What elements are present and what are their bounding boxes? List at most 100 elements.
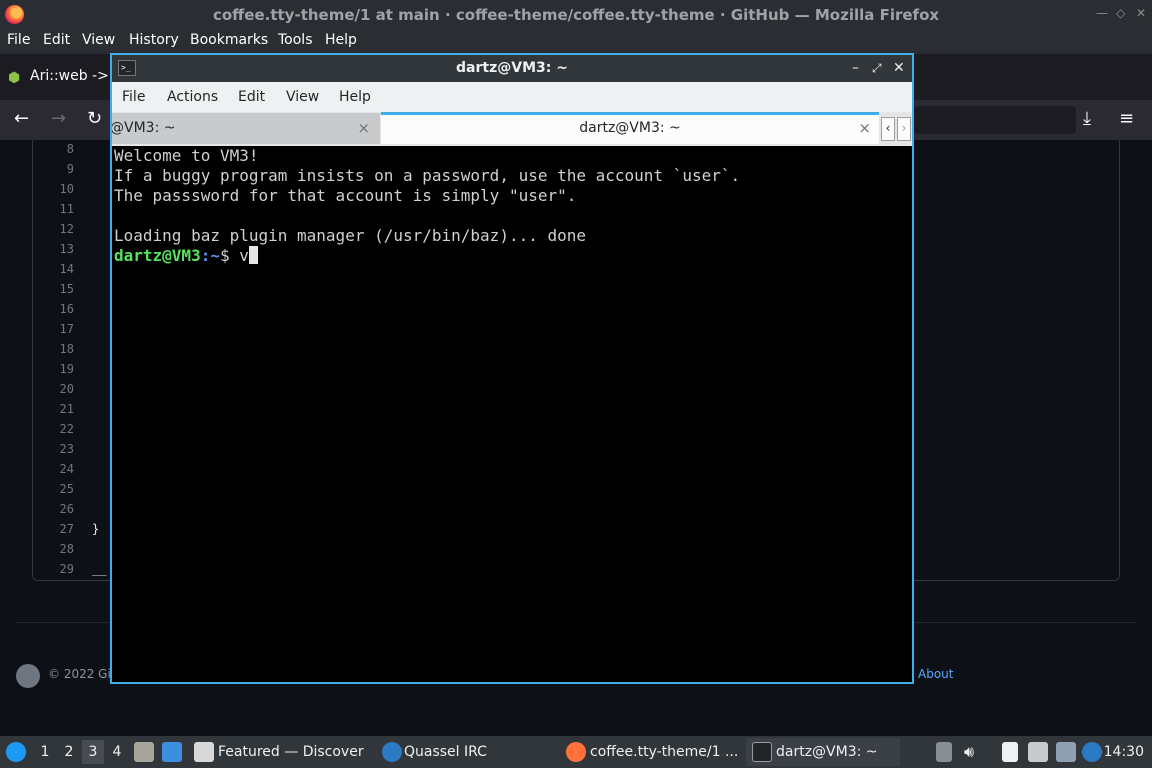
code-closing-brace: } (92, 522, 100, 536)
line-number[interactable]: 13 (40, 242, 74, 256)
display-icon[interactable] (1056, 742, 1076, 762)
download-icon[interactable]: ⤓ (1083, 109, 1091, 129)
menu-edit[interactable]: Edit (43, 32, 70, 48)
konsole-window[interactable]: >_ dartz@VM3: ~ – ⤢ ✕ File Actions Edit … (110, 53, 914, 684)
prompt-path: ~ (210, 246, 220, 265)
tab-close-icon[interactable]: × (858, 119, 871, 137)
line-number[interactable]: 23 (40, 442, 74, 456)
konsole-tabbar: @VM3: ~ × dartz@VM3: ~ × ‹ › (112, 112, 912, 146)
tab-close-icon[interactable]: × (357, 119, 370, 137)
hamburger-menu-icon[interactable]: ≡ (1119, 109, 1134, 129)
minimize-icon[interactable]: — (1096, 6, 1108, 20)
line-number[interactable]: 11 (40, 202, 74, 216)
terminal-line: Loading baz plugin manager (/usr/bin/baz… (114, 226, 587, 245)
url-bar[interactable] (914, 106, 1076, 134)
konsole-minimize-icon[interactable]: – (852, 58, 859, 78)
firefox-menubar: File Edit View History Bookmarks Tools H… (0, 30, 1152, 54)
scroll-tabs-left-icon[interactable]: ‹ (881, 117, 895, 141)
line-number[interactable]: 9 (40, 162, 74, 176)
text-cursor (248, 246, 258, 264)
notes-icon[interactable] (1002, 742, 1018, 762)
konsole-maximize-icon[interactable]: ⤢ (872, 58, 882, 78)
firefox-titlebar: coffee.tty-theme/1 at main · coffee-them… (0, 0, 1152, 30)
task-konsole[interactable]: dartz@VM3: ~ (776, 744, 878, 760)
line-number[interactable]: 12 (40, 222, 74, 236)
menu-file[interactable]: File (7, 32, 30, 48)
code-last-line: __ (92, 562, 107, 576)
taskbar: 1 2 3 4 Featured — Discover Quassel IRC … (0, 736, 1152, 768)
terminal-output[interactable]: Welcome to VM3! If a buggy program insis… (112, 146, 912, 682)
line-number[interactable]: 21 (40, 402, 74, 416)
volume-icon[interactable]: 🔊︎ (964, 742, 974, 762)
konsole-menu-edit[interactable]: Edit (238, 89, 265, 105)
line-number[interactable]: 14 (40, 262, 74, 276)
close-icon[interactable]: ✕ (1136, 6, 1146, 20)
konsole-tab-inactive[interactable]: @VM3: ~ × (112, 113, 380, 144)
line-number[interactable]: 10 (40, 182, 74, 196)
konsole-tab-label: @VM3: ~ (112, 120, 176, 136)
konsole-menu-view[interactable]: View (286, 89, 319, 105)
scroll-tabs-right-icon[interactable]: › (897, 117, 911, 141)
konsole-menubar: File Actions Edit View Help (112, 82, 912, 112)
tab-favicon-icon: ⬢ (8, 70, 21, 86)
show-desktop-icon[interactable] (162, 742, 182, 762)
line-number[interactable]: 19 (40, 362, 74, 376)
tray-app-icon[interactable] (1082, 742, 1102, 762)
footer-about-link[interactable]: About (918, 667, 953, 681)
footer-copyright: © 2022 Git (48, 667, 116, 681)
line-number[interactable]: 24 (40, 462, 74, 476)
terminal-line: The passsword for that account is simply… (114, 186, 577, 205)
line-number[interactable]: 25 (40, 482, 74, 496)
line-number[interactable]: 29 (40, 562, 74, 576)
terminal-line: If a buggy program insists on a password… (114, 166, 741, 185)
clipboard-icon[interactable] (936, 742, 952, 762)
desktop-2[interactable]: 2 (58, 740, 80, 764)
prompt-symbol: $ (219, 246, 240, 265)
firefox-window-title: coffee.tty-theme/1 at main · coffee-them… (212, 6, 940, 24)
reload-icon[interactable]: ↻ (87, 109, 102, 129)
firefox-icon (566, 742, 586, 762)
line-number[interactable]: 20 (40, 382, 74, 396)
back-arrow-icon[interactable]: ← (14, 109, 29, 129)
clock[interactable]: 14:30 (1104, 744, 1144, 760)
desktop-4[interactable]: 4 (106, 740, 128, 764)
konsole-menu-actions[interactable]: Actions (167, 89, 218, 105)
konsole-close-icon[interactable]: ✕ (893, 58, 905, 78)
line-number[interactable]: 15 (40, 282, 74, 296)
line-number[interactable]: 22 (40, 422, 74, 436)
task-firefox[interactable]: coffee.tty-theme/1 ... (590, 744, 738, 760)
menu-bookmarks[interactable]: Bookmarks (190, 32, 268, 48)
line-number[interactable]: 8 (40, 142, 74, 156)
browser-tab-label: Ari::web -> (30, 68, 109, 84)
terminal-icon (752, 742, 772, 762)
github-logo-icon[interactable] (16, 664, 40, 688)
konsole-tab-active[interactable]: dartz@VM3: ~ × (381, 112, 879, 144)
menu-help[interactable]: Help (325, 32, 357, 48)
prompt-separator: : (200, 246, 211, 265)
line-number[interactable]: 17 (40, 322, 74, 336)
desktop-1[interactable]: 1 (34, 740, 56, 764)
task-quassel[interactable]: Quassel IRC (404, 744, 487, 760)
shell-prompt[interactable]: dartz@VM3:~$ v (114, 246, 258, 266)
konsole-titlebar[interactable]: >_ dartz@VM3: ~ – ⤢ ✕ (112, 55, 912, 82)
line-number[interactable]: 18 (40, 342, 74, 356)
menu-tools[interactable]: Tools (278, 32, 313, 48)
konsole-menu-file[interactable]: File (122, 89, 145, 105)
line-number[interactable]: 16 (40, 302, 74, 316)
task-discover[interactable]: Featured — Discover (218, 744, 364, 760)
discover-icon (194, 742, 214, 762)
file-manager-icon[interactable] (134, 742, 154, 762)
browser-tab[interactable]: ⬢ Ari::web -> (8, 68, 109, 85)
app-launcher-icon[interactable] (6, 742, 26, 762)
prompt-user-host: dartz@VM3 (114, 246, 201, 265)
forward-arrow-icon[interactable]: → (51, 109, 66, 129)
menu-history[interactable]: History (129, 32, 179, 48)
line-number[interactable]: 26 (40, 502, 74, 516)
maximize-icon[interactable]: ◇ (1116, 6, 1125, 20)
line-number[interactable]: 28 (40, 542, 74, 556)
desktop-3[interactable]: 3 (82, 740, 104, 764)
network-icon[interactable] (1028, 742, 1048, 762)
menu-view[interactable]: View (82, 32, 115, 48)
konsole-menu-help[interactable]: Help (339, 89, 371, 105)
line-number[interactable]: 27 (40, 522, 74, 536)
